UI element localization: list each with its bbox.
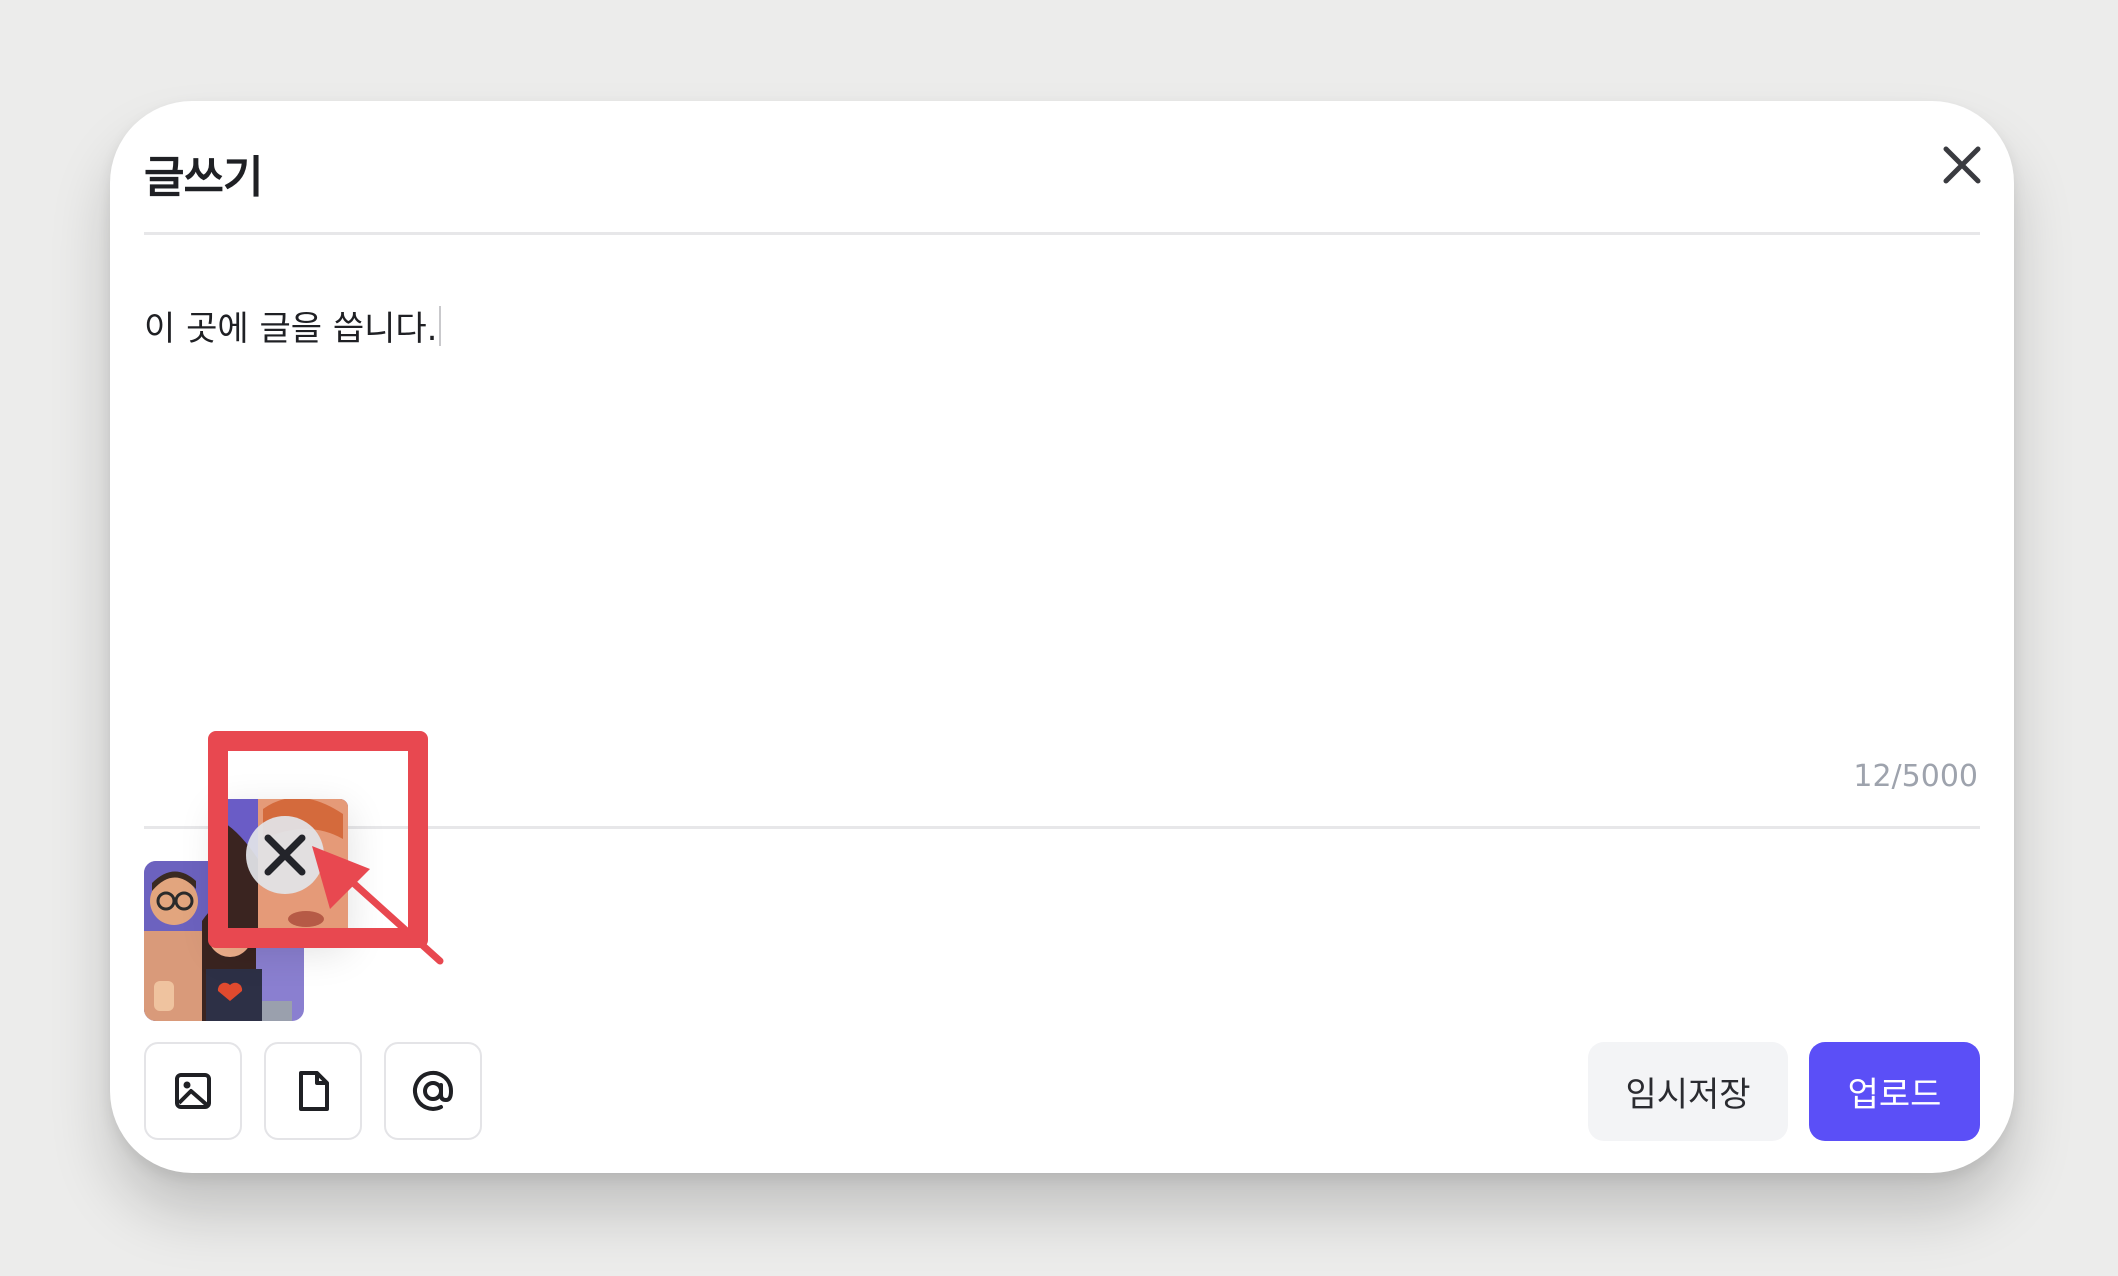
close-button[interactable] (1930, 133, 1994, 197)
save-draft-button[interactable]: 임시저장 (1588, 1042, 1788, 1141)
upload-button[interactable]: 업로드 (1809, 1042, 1980, 1141)
file-icon (299, 1071, 329, 1111)
image-icon (175, 1073, 211, 1109)
text-caret (439, 306, 442, 346)
at-icon (413, 1070, 454, 1111)
post-text: 이 곳에 글을 씁니다. (144, 309, 438, 349)
character-counter: 12/5000 (1853, 759, 1978, 794)
remove-image-button[interactable] (246, 816, 324, 894)
header-divider (144, 232, 1980, 235)
close-icon (264, 834, 306, 876)
attach-file-button[interactable] (264, 1042, 362, 1140)
dialog-title: 글쓰기 (144, 152, 263, 203)
close-icon (1943, 146, 1981, 184)
attachment-divider (144, 826, 1980, 829)
mention-button[interactable] (384, 1042, 482, 1140)
post-compose-dialog: 글쓰기 이 곳에 글을 씁니다. 12/5000 임시저장 업로드 (110, 101, 2014, 1173)
post-text-area[interactable]: 이 곳에 글을 씁니다. (144, 301, 1944, 350)
attach-image-button[interactable] (144, 1042, 242, 1140)
